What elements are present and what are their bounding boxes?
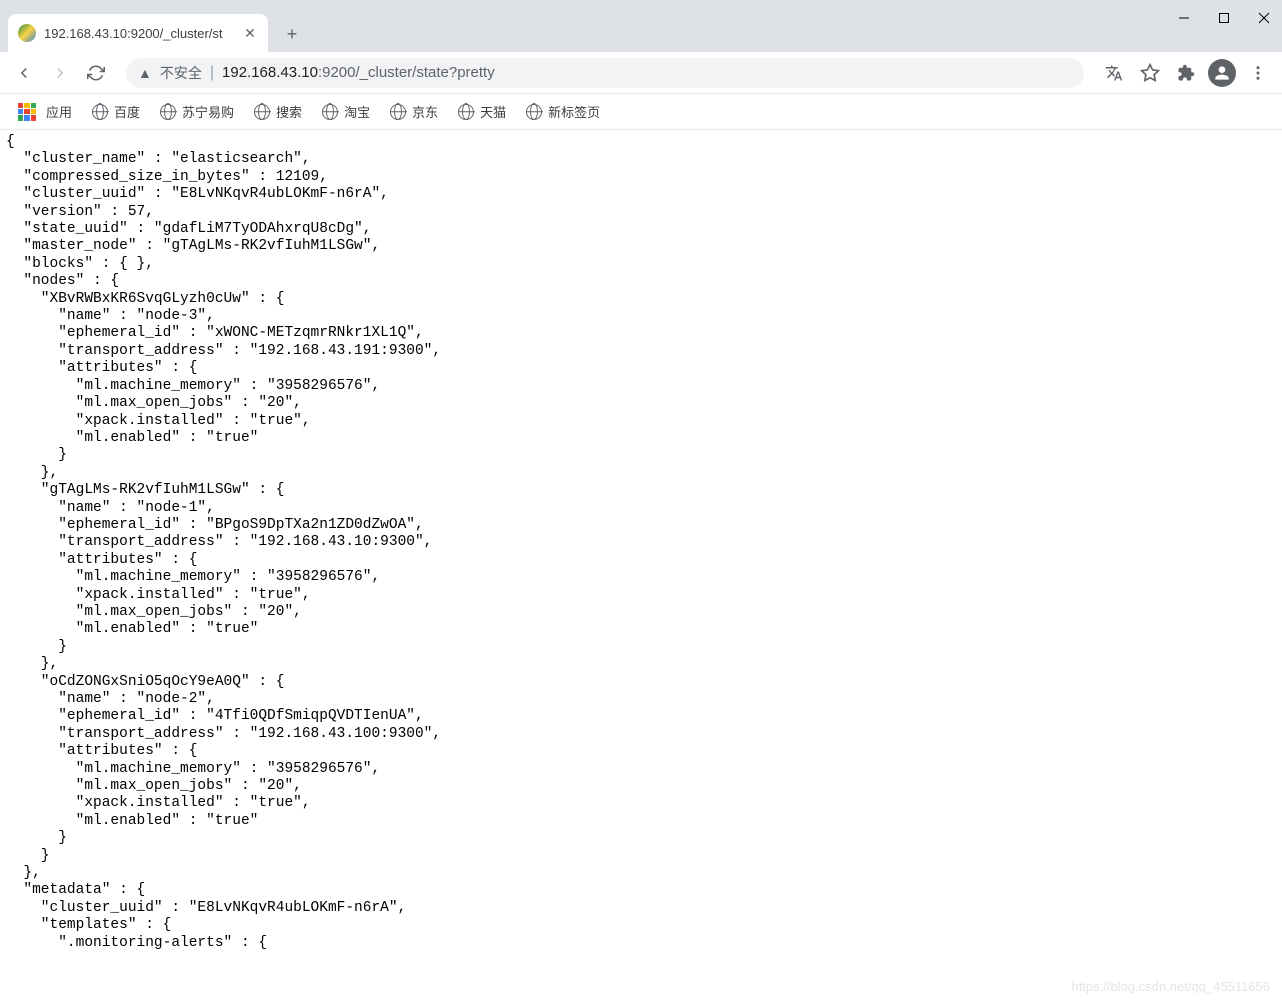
bookmark-label: 京东 <box>412 102 438 121</box>
url-host: 192.168.43.10 <box>222 64 318 81</box>
bookmark-label: 搜索 <box>276 102 302 121</box>
globe-icon <box>92 104 108 120</box>
globe-icon <box>458 104 474 120</box>
globe-icon <box>160 104 176 120</box>
bookmark-label: 淘宝 <box>344 102 370 121</box>
new-tab-button[interactable]: + <box>278 20 306 48</box>
globe-icon <box>526 104 542 120</box>
bookmark-item[interactable]: 天猫 <box>450 98 514 125</box>
url-text: 192.168.43.10:9200/_cluster/state?pretty <box>222 64 495 81</box>
toolbar: ▲ 不安全 | 192.168.43.10:9200/_cluster/stat… <box>0 52 1282 94</box>
divider: | <box>210 64 214 82</box>
bookmark-item[interactable]: 新标签页 <box>518 98 608 125</box>
bookmark-label: 百度 <box>114 102 140 121</box>
titlebar: 192.168.43.10:9200/_cluster/st ✕ + <box>0 0 1282 52</box>
tab-title: 192.168.43.10:9200/_cluster/st <box>44 26 234 41</box>
bookmark-item[interactable]: 苏宁易购 <box>152 98 242 125</box>
url-path: :9200/_cluster/state?pretty <box>318 64 495 81</box>
minimize-icon[interactable] <box>1176 10 1192 26</box>
bookmark-item[interactable]: 京东 <box>382 98 446 125</box>
watermark: https://blog.csdn.net/qq_45511656 <box>1071 979 1270 994</box>
apps-shortcut[interactable]: 应用 <box>10 98 80 125</box>
close-window-icon[interactable] <box>1256 10 1272 26</box>
favicon-icon <box>18 24 36 42</box>
browser-tab[interactable]: 192.168.43.10:9200/_cluster/st ✕ <box>8 14 268 52</box>
extensions-icon[interactable] <box>1172 59 1200 87</box>
bookmark-label: 新标签页 <box>548 102 600 121</box>
address-bar[interactable]: ▲ 不安全 | 192.168.43.10:9200/_cluster/stat… <box>126 58 1084 88</box>
bookmark-label: 苏宁易购 <box>182 102 234 121</box>
bookmark-item[interactable]: 百度 <box>84 98 148 125</box>
back-button[interactable] <box>10 59 38 87</box>
bookmark-item[interactable]: 淘宝 <box>314 98 378 125</box>
apps-label: 应用 <box>46 102 72 121</box>
globe-icon <box>390 104 406 120</box>
globe-icon <box>254 104 270 120</box>
json-content: { "cluster_name" : "elasticsearch", "com… <box>0 130 1282 956</box>
bookmark-star-icon[interactable] <box>1136 59 1164 87</box>
profile-avatar[interactable] <box>1208 59 1236 87</box>
warning-icon: ▲ <box>138 65 152 81</box>
reload-button[interactable] <box>82 59 110 87</box>
bookmark-label: 天猫 <box>480 102 506 121</box>
bookmarks-bar: 应用 百度 苏宁易购 搜索 淘宝 京东 天猫 新标签页 <box>0 94 1282 130</box>
forward-button[interactable] <box>46 59 74 87</box>
close-icon[interactable]: ✕ <box>242 25 258 41</box>
globe-icon <box>322 104 338 120</box>
window-controls <box>1176 0 1272 36</box>
translate-icon[interactable] <box>1100 59 1128 87</box>
security-label: 不安全 <box>160 63 202 83</box>
bookmark-item[interactable]: 搜索 <box>246 98 310 125</box>
maximize-icon[interactable] <box>1216 10 1232 26</box>
menu-icon[interactable] <box>1244 59 1272 87</box>
apps-icon <box>18 103 36 121</box>
